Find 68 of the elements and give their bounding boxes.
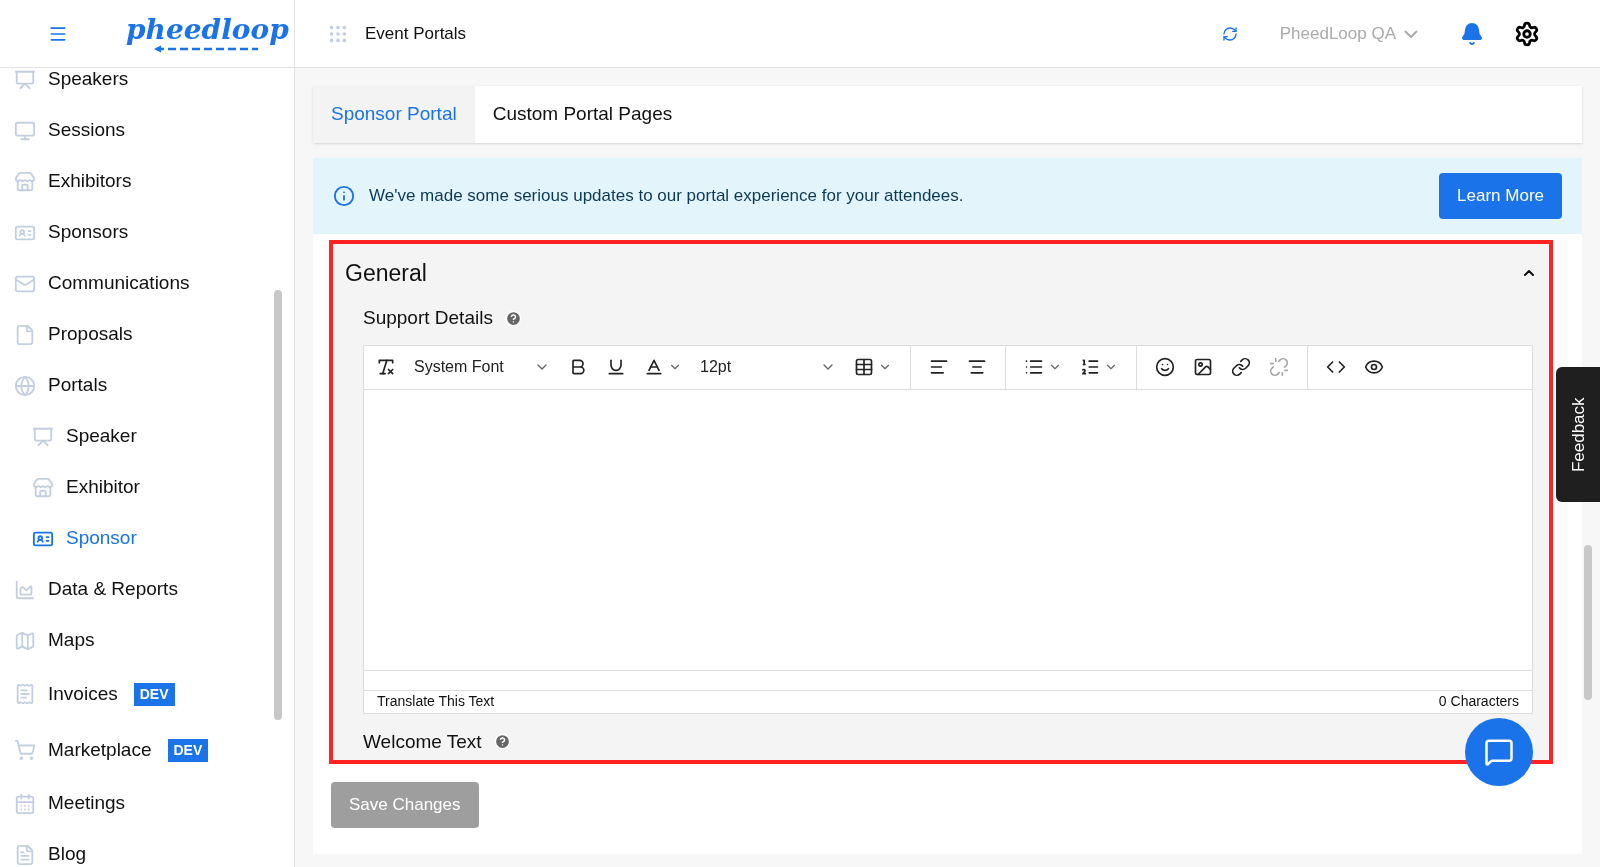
- nav-icon: [14, 170, 36, 193]
- sidebar-item[interactable]: Sponsor: [66, 524, 137, 553]
- dev-badge: DEV: [133, 682, 175, 706]
- sidebar-item[interactable]: Speaker: [66, 422, 137, 451]
- nav-icon: [14, 843, 36, 866]
- nav-icon: [14, 578, 36, 601]
- nav-icon: [14, 68, 36, 91]
- section-title: General: [345, 258, 427, 288]
- tab[interactable]: Custom Portal Pages: [474, 86, 691, 143]
- page-title: Event Portals: [365, 22, 467, 45]
- sidebar-item[interactable]: Communications: [48, 269, 190, 298]
- toolbar-icon[interactable]: [376, 357, 396, 377]
- sidebar-item[interactable]: Data & Reports: [48, 575, 178, 604]
- nav-icon: [14, 683, 36, 705]
- toolbar-icon[interactable]: [929, 357, 949, 377]
- nav-icon: [14, 323, 36, 346]
- dev-badge: DEV: [167, 738, 209, 762]
- chevron-down-icon: [1404, 29, 1418, 38]
- help-icon[interactable]: [493, 733, 511, 751]
- sidebar-item[interactable]: Proposals: [48, 320, 133, 349]
- toolbar-icon[interactable]: [854, 357, 874, 377]
- sidebar-item[interactable]: Speakers: [48, 68, 129, 94]
- banner-message: We've made some serious updates to our portal experience for your attendees.: [369, 185, 965, 208]
- sidebar-item[interactable]: Sessions: [48, 116, 126, 145]
- translate-link[interactable]: Translate This Text: [377, 691, 495, 712]
- nav-icon: [32, 425, 54, 448]
- toolbar-icon[interactable]: [1193, 357, 1213, 377]
- character-count: 0 Characters: [1438, 692, 1519, 711]
- nav-icon: [32, 476, 54, 499]
- toolbar-icon[interactable]: [644, 357, 664, 377]
- field-label: Support Details: [363, 306, 493, 330]
- feedback-tab[interactable]: Feedback: [1556, 367, 1600, 502]
- notification-icon[interactable]: [1460, 21, 1484, 46]
- nav-icon: [14, 629, 36, 652]
- sidebar-item[interactable]: Portals: [48, 371, 108, 400]
- sidebar-item[interactable]: Meetings: [48, 789, 126, 818]
- toolbar-icon[interactable]: [1364, 357, 1384, 377]
- toolbar-icon[interactable]: [1080, 357, 1100, 377]
- tab[interactable]: Sponsor Portal: [313, 86, 475, 143]
- sidebar-item[interactable]: Sponsors: [48, 218, 129, 247]
- nav-icon: [14, 119, 36, 142]
- scrollbar-thumb[interactable]: [274, 290, 282, 720]
- logo[interactable]: pheedloop: [126, 14, 289, 45]
- learn-more-button[interactable]: Learn More: [1439, 173, 1562, 219]
- save-changes-button: Save Changes: [331, 782, 479, 828]
- font-size-select[interactable]: 12pt: [700, 355, 836, 379]
- help-icon[interactable]: [504, 309, 522, 327]
- sidebar-item[interactable]: Invoices: [48, 679, 118, 709]
- toolbar-icon[interactable]: [606, 357, 626, 377]
- refresh-icon[interactable]: [1221, 25, 1238, 42]
- toolbar-icon[interactable]: [1155, 357, 1175, 377]
- sidebar-item[interactable]: Exhibitor: [66, 473, 140, 502]
- sidebar-item[interactable]: Exhibitors: [48, 167, 132, 196]
- main-scrollbar-thumb[interactable]: [1584, 545, 1592, 700]
- sidebar-item[interactable]: Blog: [48, 840, 87, 867]
- info-icon: [333, 185, 355, 207]
- toolbar-icon[interactable]: [967, 357, 987, 377]
- toolbar-icon[interactable]: [1024, 357, 1044, 377]
- nav-icon: [14, 374, 36, 397]
- toolbar-icon[interactable]: [1231, 357, 1251, 377]
- nav-icon: [14, 739, 36, 761]
- font-select[interactable]: System Font: [414, 355, 550, 379]
- chat-icon: [1484, 737, 1514, 767]
- sidebar-item[interactable]: Marketplace: [48, 735, 152, 765]
- sidebar-item[interactable]: Maps: [48, 626, 95, 655]
- nav-icon: [14, 792, 36, 815]
- settings-icon[interactable]: [1514, 20, 1540, 47]
- field-label: Welcome Text: [363, 729, 482, 754]
